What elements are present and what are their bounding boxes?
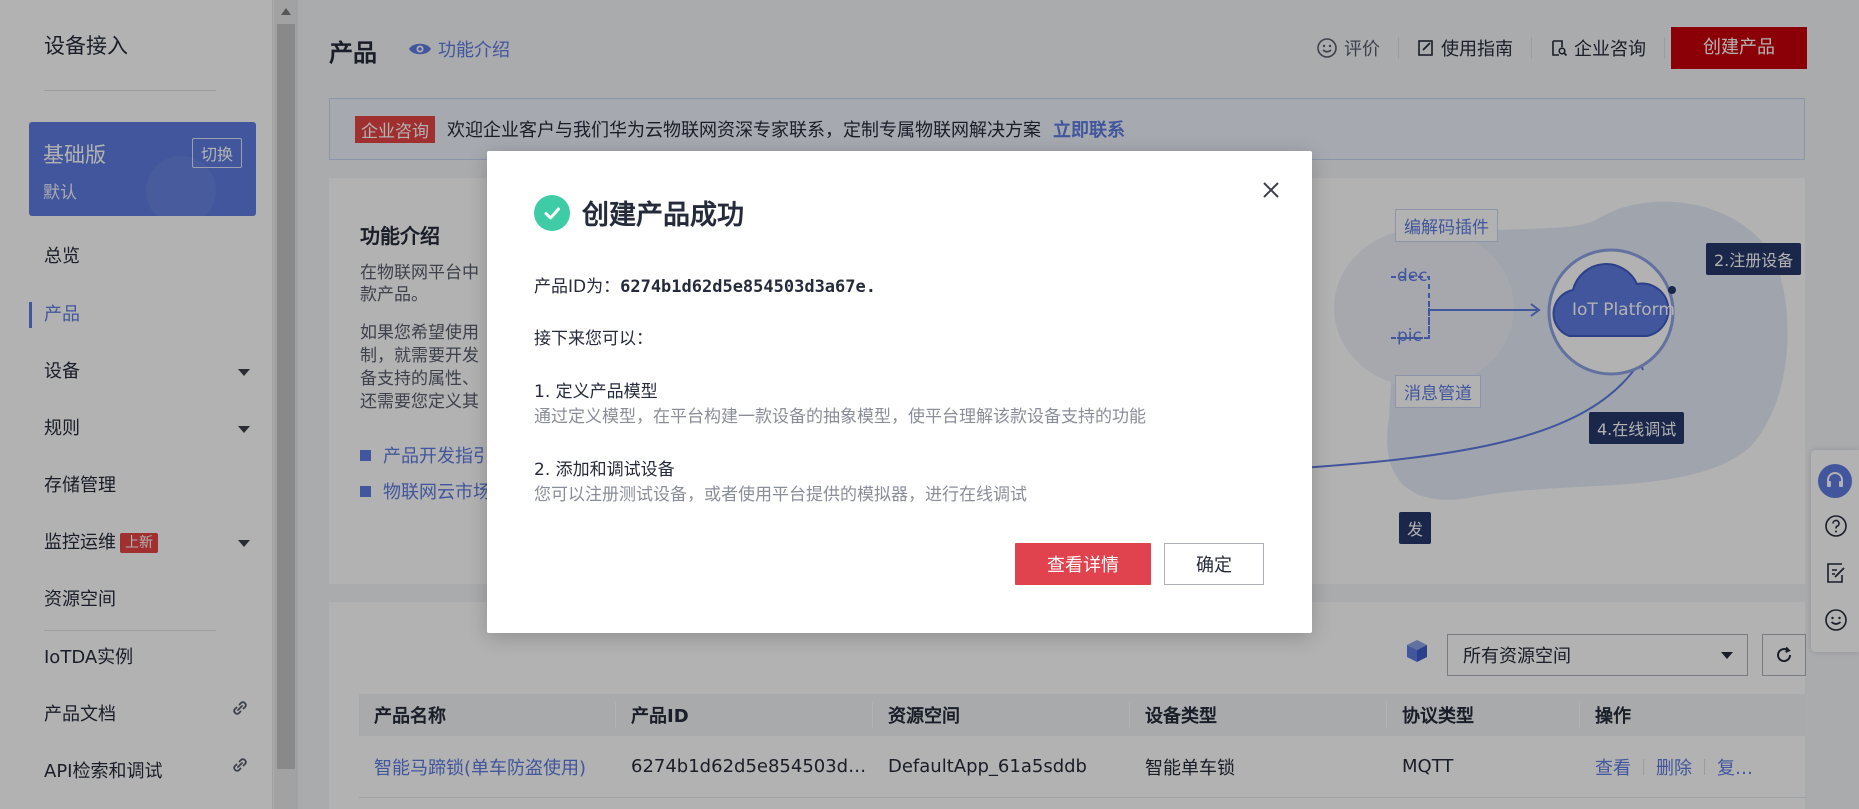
confirm-button[interactable]: 确定 <box>1164 543 1264 585</box>
next-steps-label: 接下来您可以： <box>534 329 653 349</box>
dialog-title: 创建产品成功 <box>582 200 744 231</box>
step1-title: 1. 定义产品模型 <box>534 382 658 402</box>
product-id-label: 产品ID为： <box>534 277 621 297</box>
dialog-title-row: 创建产品成功 <box>534 193 744 232</box>
create-success-dialog: 创建产品成功 产品ID为：6274b1d62d5e854503d3a67e. 接… <box>487 151 1312 633</box>
step2-description: 您可以注册测试设备，或者使用平台提供的模拟器，进行在线调试 <box>534 485 1027 505</box>
success-check-icon <box>534 194 570 231</box>
step2-title: 2. 添加和调试设备 <box>534 460 675 480</box>
step1-description: 通过定义模型，在平台构建一款设备的抽象模型，使平台理解该款设备支持的功能 <box>534 407 1146 427</box>
view-details-button[interactable]: 查看详情 <box>1015 543 1151 585</box>
product-id-line: 产品ID为：6274b1d62d5e854503d3a67e. <box>534 272 876 297</box>
close-icon[interactable] <box>1260 179 1282 201</box>
product-id-value: 6274b1d62d5e854503d3a67e. <box>620 277 876 297</box>
